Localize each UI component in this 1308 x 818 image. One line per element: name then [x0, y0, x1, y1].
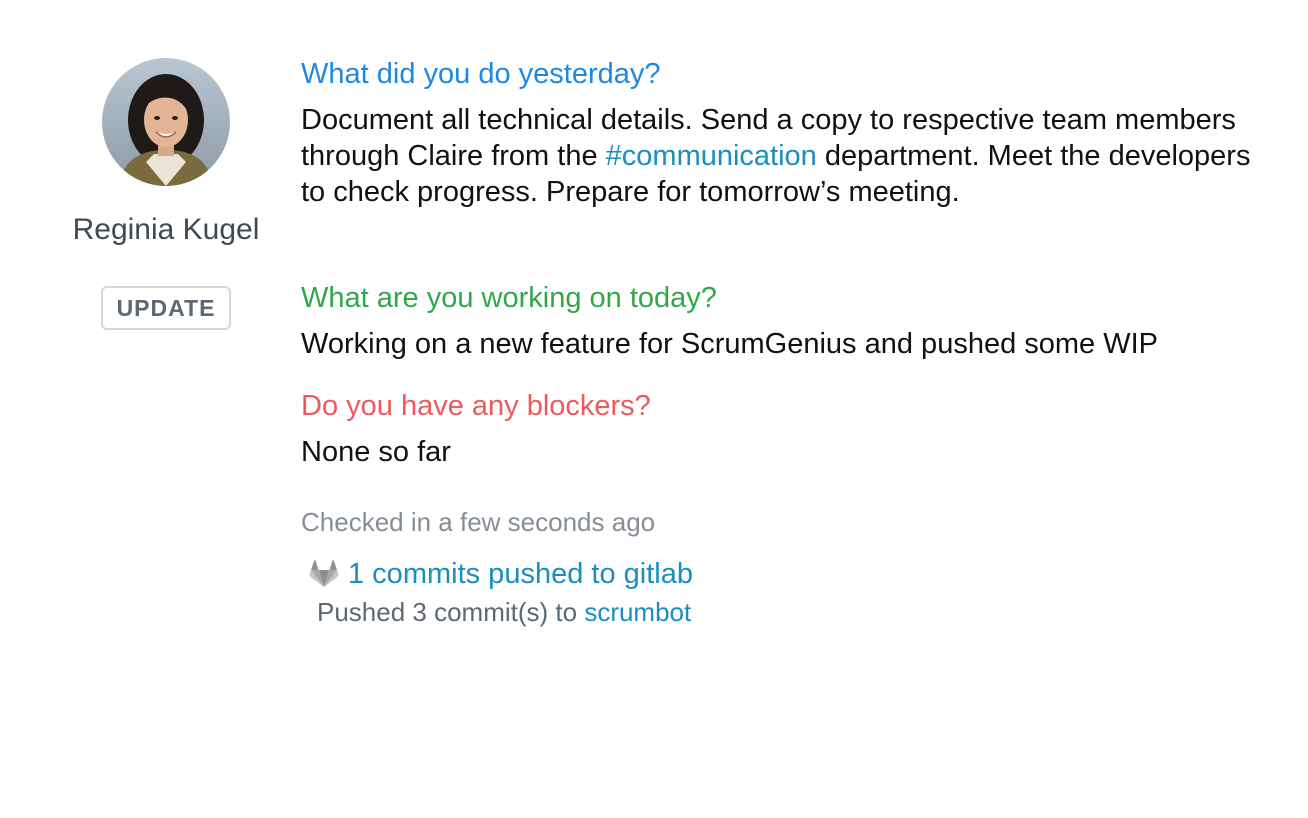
- standup-report: What did you do yesterday? Document all …: [301, 56, 1261, 628]
- blockers-answer: None so far: [301, 436, 451, 468]
- gitlab-icon: [309, 560, 339, 588]
- today-question: What are you working on today?: [301, 282, 717, 314]
- yesterday-question: What did you do yesterday?: [301, 58, 661, 90]
- user-panel: Reginia Kugel UPDATE: [60, 58, 272, 330]
- repo-link[interactable]: scrumbot: [584, 597, 691, 627]
- update-button[interactable]: UPDATE: [101, 286, 231, 330]
- today-section: What are you working on today? Working o…: [301, 280, 1261, 362]
- commit-detail-text: Pushed 3 commit(s) to: [317, 597, 585, 627]
- yesterday-section: What did you do yesterday? Document all …: [301, 56, 1261, 210]
- commit-detail: Pushed 3 commit(s) to scrumbot: [301, 596, 1261, 628]
- blockers-section: Do you have any blockers? None so far: [301, 388, 1261, 470]
- checkin-timestamp: Checked in a few seconds ago: [301, 507, 656, 537]
- blockers-question: Do you have any blockers?: [301, 390, 651, 422]
- commit-summary: 1 commits pushed to gitlab: [301, 556, 1261, 592]
- user-name: Reginia Kugel: [72, 213, 260, 246]
- avatar: [102, 58, 230, 186]
- yesterday-answer: Document all technical details. Send a c…: [301, 102, 1261, 210]
- channel-link[interactable]: #communication: [606, 140, 817, 172]
- commits-link[interactable]: 1 commits pushed to gitlab: [348, 556, 693, 592]
- today-answer: Working on a new feature for ScrumGenius…: [301, 328, 1159, 360]
